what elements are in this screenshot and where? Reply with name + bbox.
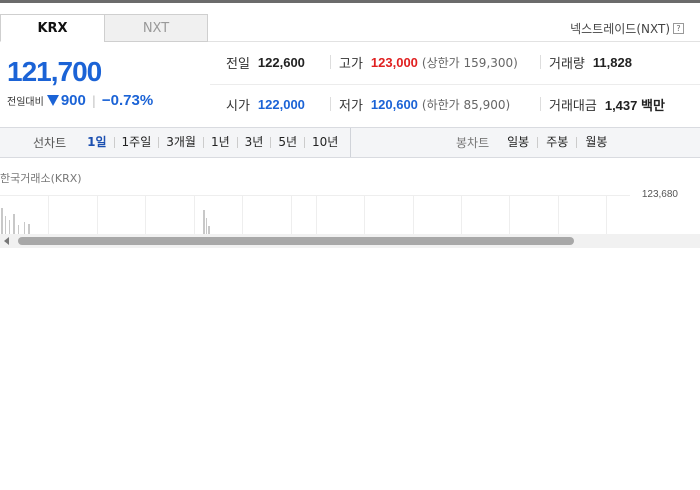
line-chart-periods: 선차트 1일 1주일 3개월 1년 3년 5년 10년 [0,128,351,157]
period-10y[interactable]: 10년 [304,136,345,148]
stat-trade-value: 거래대금 1,437 백만 [540,97,665,114]
change-percent: −0.73% [101,92,154,109]
help-icon[interactable]: ? [673,23,684,34]
stat-label: 거래대금 [549,98,597,114]
top-border [0,0,700,3]
period-3y[interactable]: 3년 [236,136,271,148]
current-price: 121,700 [7,56,102,87]
stat-prev-close: 전일 122,600 [226,53,305,72]
stats-row-2: 시가 122,000 저가 120,600 (하한가 85,900) 거래대금 … [210,86,700,122]
stats-divider [210,84,700,85]
volume-bars [1,208,210,234]
period-1y[interactable]: 1년 [202,136,237,148]
period-3m[interactable]: 3개월 [158,136,203,148]
chart-gridlines [48,195,607,234]
stat-label: 시가 [226,98,250,114]
lower-limit: (하한가 85,900) [421,97,511,112]
price-chart: 한국거래소(KRX) 123,680 [0,158,700,234]
tab-underline [208,41,700,42]
chart-period-bar: 선차트 1일 1주일 3개월 1년 3년 5년 10년 봉차트 일봉 주봉 월봉 [0,127,700,158]
stat-value: 11,828 [592,54,632,70]
price-change: 전일대비 900 | −0.73% [7,92,153,109]
stat-value: 1,437 백만 [604,97,665,113]
change-amount: 900 [60,92,86,109]
upper-limit: (상한가 159,300) [421,55,518,70]
scroll-left-arrow-icon[interactable] [4,237,9,245]
tab-nxt[interactable]: NXT [104,14,208,42]
stat-value: 122,600 [257,54,305,70]
stat-low: 저가 120,600 (하한가 85,900) [330,96,511,114]
stat-label: 거래량 [549,56,585,72]
candle-chart-periods: 봉차트 일봉 주봉 월봉 [351,128,700,157]
candle-monthly[interactable]: 월봉 [576,136,615,148]
candle-weekly[interactable]: 주봉 [537,136,576,148]
period-1w[interactable]: 1주일 [113,136,159,148]
candle-chart-title: 봉차트 [456,136,490,150]
stat-volume: 거래량 11,828 [540,54,632,72]
period-5y[interactable]: 5년 [270,136,304,148]
period-1d[interactable]: 1일 [80,136,113,148]
stat-label: 전일 [226,56,250,72]
horizontal-scrollbar[interactable] [0,234,700,248]
chart-canvas [1,195,607,234]
stat-label: 고가 [339,56,363,72]
down-triangle-icon [46,95,59,106]
line-chart-title: 선차트 [33,136,67,150]
candle-daily[interactable]: 일봉 [499,136,537,148]
stat-open: 시가 122,000 [226,95,305,114]
stat-high: 고가 123,000 (상한가 159,300) [330,54,518,72]
nextrade-link[interactable]: 넥스트레이드(NXT) ? [570,20,684,37]
stat-value: 123,000 [370,54,418,70]
stat-value: 122,000 [257,96,305,112]
stats-row-1: 전일 122,600 고가 123,000 (상한가 159,300) 거래량 … [210,44,700,80]
tab-krx[interactable]: KRX [0,14,104,42]
market-tabs: KRX NXT [0,14,208,42]
scroll-thumb[interactable] [18,237,574,245]
change-label: 전일대비 [7,97,44,108]
stat-value: 120,600 [370,96,418,112]
nextrade-label: 넥스트레이드(NXT) [570,22,670,36]
stat-label: 저가 [339,98,363,114]
change-separator: | [91,93,96,108]
